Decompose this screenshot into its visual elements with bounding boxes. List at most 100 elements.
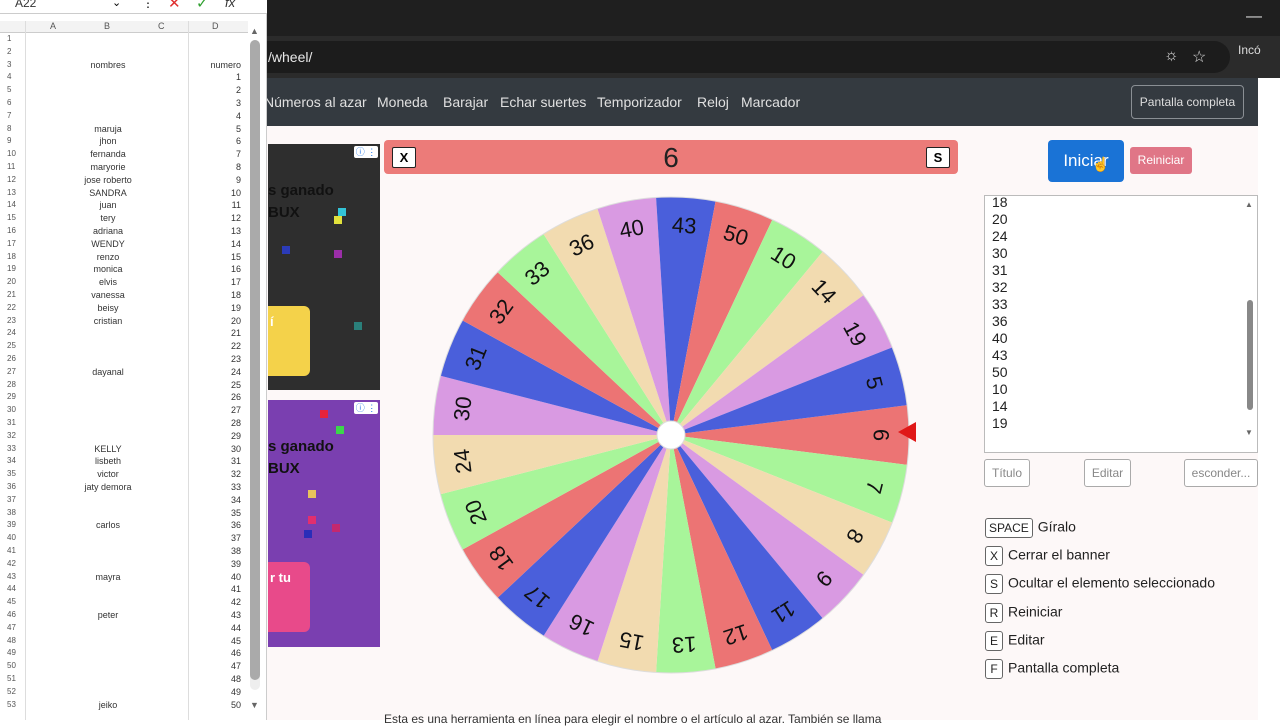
sheet-row[interactable]: 22 beisy 19	[0, 303, 248, 316]
sheet-row[interactable]: 47 44	[0, 623, 248, 636]
more-icon[interactable]: ⋮	[142, 0, 154, 10]
entries-textarea[interactable]: 18 20 24 30 31 32 33 36 40 43 50 10 14 19 ▲ ▼	[984, 194, 1258, 453]
sheet-row[interactable]: 19 monica 16	[0, 264, 248, 277]
number-cell[interactable]: 40	[188, 572, 241, 582]
sheet-row[interactable]: 40 37	[0, 533, 248, 546]
scroll-down-icon[interactable]: ▼	[250, 700, 259, 710]
number-cell[interactable]: 30	[188, 444, 241, 454]
number-cell[interactable]: 15	[188, 252, 241, 262]
number-cell[interactable]: 18	[188, 290, 241, 300]
ad-cta-button[interactable]: í	[268, 306, 310, 376]
name-cell[interactable]: jose roberto	[30, 175, 186, 185]
number-cell[interactable]: 39	[188, 559, 241, 569]
url-field[interactable]: /wheel/ ☼ ☆	[220, 41, 1230, 73]
number-cell[interactable]: 28	[188, 418, 241, 428]
cancel-icon[interactable]: ✕	[168, 0, 181, 12]
sheet-row[interactable]: 26 23	[0, 354, 248, 367]
number-cell[interactable]: 20	[188, 316, 241, 326]
column-header-a[interactable]: A	[50, 21, 56, 31]
ad-info-icon[interactable]: ⓘ ⋮	[354, 402, 378, 414]
sheet-scrollbar[interactable]: ▲ ▼	[250, 26, 260, 710]
number-cell[interactable]: 14	[188, 239, 241, 249]
sheet-row[interactable]: 45 42	[0, 597, 248, 610]
sheet-row[interactable]: 44 41	[0, 584, 248, 597]
dropdown-icon[interactable]: ⌄	[112, 0, 121, 9]
nav-link-clock[interactable]: Reloj	[697, 94, 729, 110]
number-cell[interactable]: 7	[188, 149, 241, 159]
hide-button[interactable]: esconder...	[1184, 459, 1258, 487]
sheet-row[interactable]: 33 KELLY 30	[0, 444, 248, 457]
ad-cta-button[interactable]: r tu	[268, 562, 310, 632]
entries-scrollbar[interactable]: ▲ ▼	[1245, 200, 1255, 446]
name-cell[interactable]: juan	[30, 200, 186, 210]
fullscreen-button[interactable]: Pantalla completa	[1131, 85, 1244, 119]
sheet-row[interactable]: 32 29	[0, 431, 248, 444]
number-cell[interactable]: 46	[188, 648, 241, 658]
sheet-row[interactable]: 2	[0, 47, 248, 60]
spreadsheet-window[interactable]: A22 ⌄ ⋮ ✕ ✓ fx A B C D 1 2 3 nombres numero 4…	[0, 0, 267, 720]
number-cell[interactable]: 9	[188, 175, 241, 185]
name-cell[interactable]: tery	[30, 213, 186, 223]
number-cell[interactable]: 36	[188, 520, 241, 530]
ad-banner-1[interactable]: ⓘ ⋮ s ganado BUX í	[268, 144, 380, 390]
name-cell[interactable]: fernanda	[30, 149, 186, 159]
name-cell[interactable]: dayanal	[30, 367, 186, 377]
sheet-row[interactable]: 14 juan 11	[0, 200, 248, 213]
sheet-row[interactable]: 24 21	[0, 328, 248, 341]
title-button[interactable]: Título	[984, 459, 1030, 487]
name-cell[interactable]: vanessa	[30, 290, 186, 300]
name-cell[interactable]: nombres	[30, 60, 186, 70]
number-cell[interactable]: 35	[188, 508, 241, 518]
number-cell[interactable]: 24	[188, 367, 241, 377]
number-cell[interactable]: 32	[188, 469, 241, 479]
scroll-down-icon[interactable]: ▼	[1245, 428, 1253, 437]
incognito-label[interactable]: Incó	[1238, 43, 1261, 57]
sheet-row[interactable]: 17 WENDY 14	[0, 239, 248, 252]
check-icon[interactable]: ✓	[196, 0, 209, 12]
sheet-row[interactable]: 29 26	[0, 392, 248, 405]
name-cell[interactable]: WENDY	[30, 239, 186, 249]
hide-selected-key[interactable]: S	[926, 147, 950, 168]
name-cell[interactable]: SANDRA	[30, 188, 186, 198]
column-header-c[interactable]: C	[158, 21, 165, 31]
sheet-row[interactable]: 46 peter 43	[0, 610, 248, 623]
number-cell[interactable]: 45	[188, 636, 241, 646]
sheet-row[interactable]: 63	[0, 98, 248, 111]
sheet-row[interactable]: 27 dayanal 24	[0, 367, 248, 380]
number-cell[interactable]: 25	[188, 380, 241, 390]
nav-link-random-numbers[interactable]: Números al azar	[264, 94, 367, 110]
name-cell[interactable]: jhon	[30, 136, 186, 146]
number-cell[interactable]: 31	[188, 456, 241, 466]
nav-link-draw-lots[interactable]: Echar suertes	[500, 94, 586, 110]
name-cell[interactable]: renzo	[30, 252, 186, 262]
sheet-row[interactable]: 42 39	[0, 559, 248, 572]
reset-button[interactable]: Reiniciar	[1130, 147, 1192, 174]
scroll-up-icon[interactable]: ▲	[250, 26, 259, 36]
number-cell[interactable]: 34	[188, 495, 241, 505]
nav-link-timer[interactable]: Temporizador	[597, 94, 682, 110]
edit-button[interactable]: Editar	[1084, 459, 1131, 487]
sheet-row[interactable]: 48 45	[0, 636, 248, 649]
scrollbar-thumb[interactable]	[1247, 300, 1253, 410]
number-cell[interactable]: 41	[188, 584, 241, 594]
sheet-row[interactable]: 38 35	[0, 508, 248, 521]
number-cell[interactable]: 10	[188, 188, 241, 198]
number-cell[interactable]: 43	[188, 610, 241, 620]
number-cell[interactable]: numero	[188, 60, 241, 70]
number-cell[interactable]: 2	[188, 85, 241, 95]
sheet-row[interactable]: 52	[0, 85, 248, 98]
nav-link-coin[interactable]: Moneda	[377, 94, 428, 110]
sheet-row[interactable]: 23 cristian 20	[0, 316, 248, 329]
name-cell[interactable]: peter	[30, 610, 186, 620]
number-cell[interactable]: 23	[188, 354, 241, 364]
name-cell[interactable]: jeiko	[30, 700, 186, 710]
name-cell[interactable]: elvis	[30, 277, 186, 287]
number-cell[interactable]: 26	[188, 392, 241, 402]
number-cell[interactable]: 6	[188, 136, 241, 146]
start-spin-button[interactable]: Iniciar	[1048, 140, 1124, 182]
eye-off-icon[interactable]: ☼	[1164, 47, 1179, 65]
sheet-row[interactable]: 15 tery 12	[0, 213, 248, 226]
sheet-row[interactable]: 74	[0, 111, 248, 124]
sheet-row[interactable]: 21 vanessa 18	[0, 290, 248, 303]
sheet-row[interactable]: 12 jose roberto 9	[0, 175, 248, 188]
